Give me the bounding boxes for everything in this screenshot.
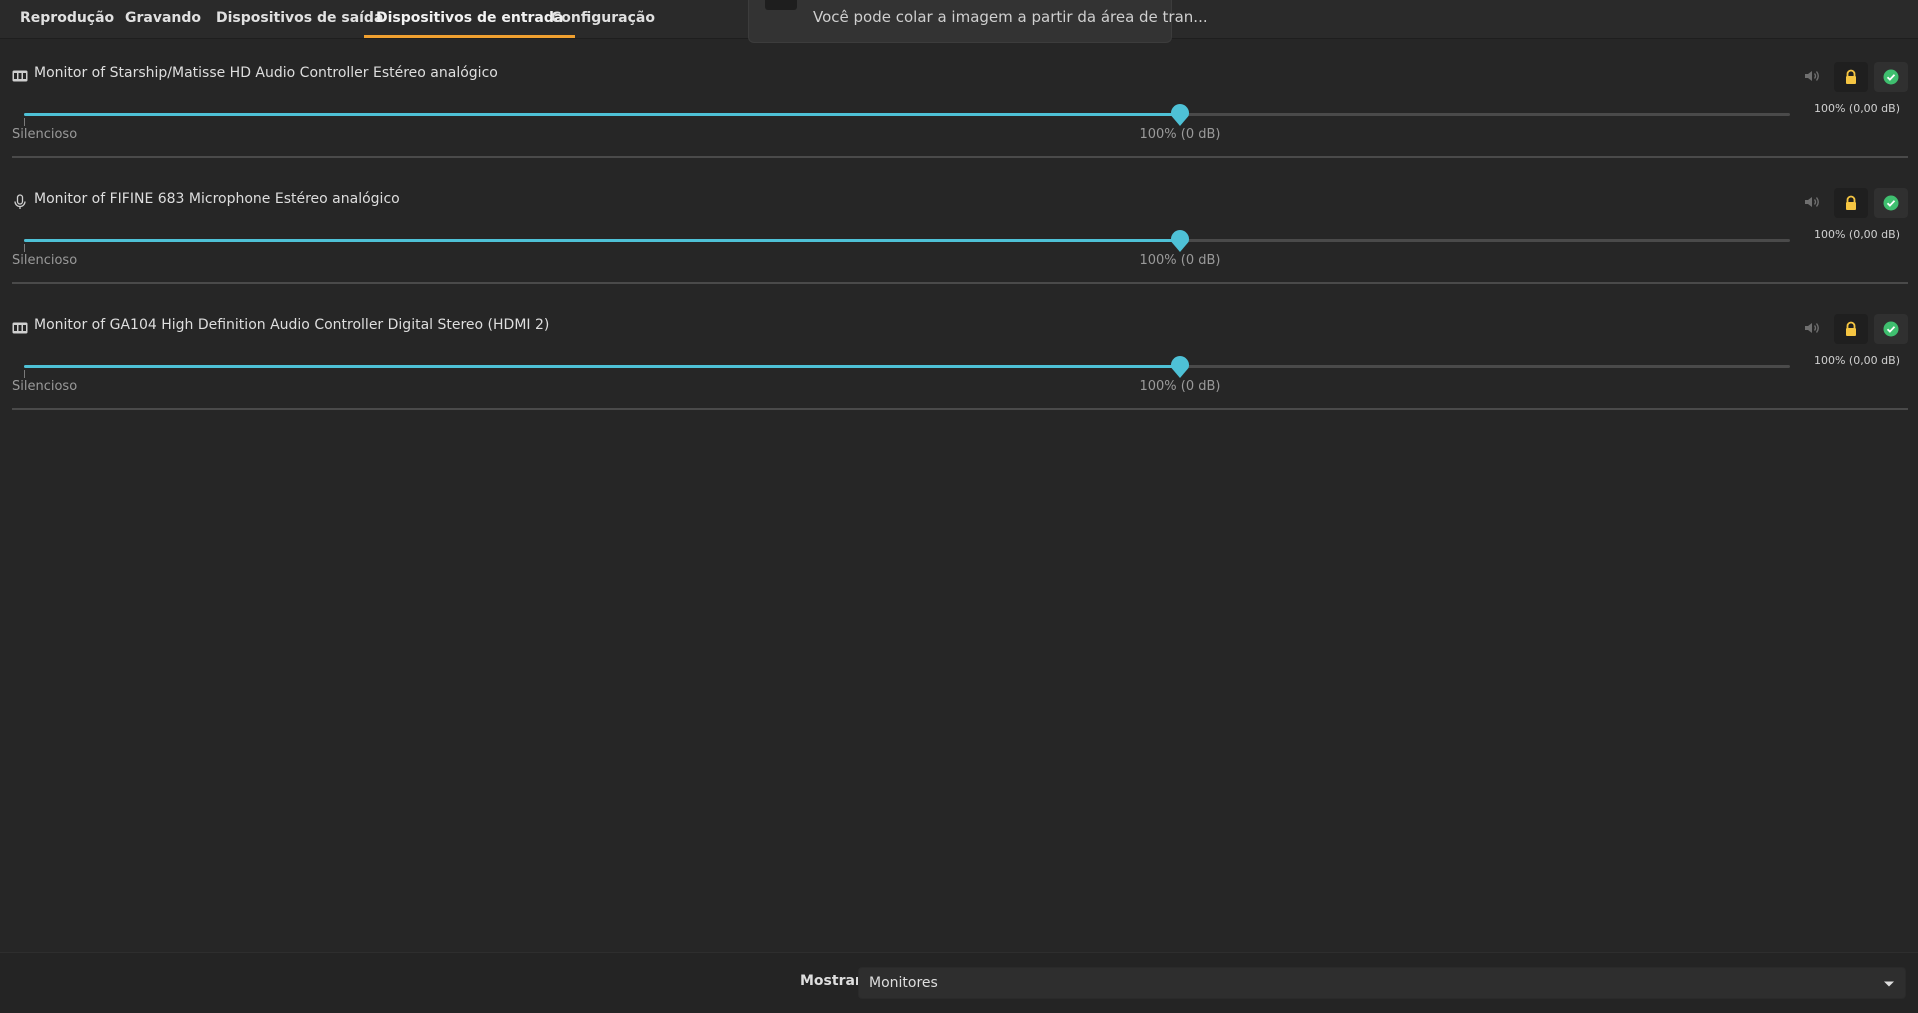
volume-readout: 100% (0,00 dB): [1813, 354, 1900, 367]
set-default-button[interactable]: [1874, 188, 1908, 218]
separator: [12, 282, 1908, 284]
device-name: Monitor of Starship/Matisse HD Audio Con…: [34, 65, 498, 81]
show-filter-value: Monitores: [869, 975, 938, 991]
device-row-fifine: Monitor of FIFINE 683 Microphone Estéreo…: [0, 182, 1918, 308]
volume-slider-fill: [24, 365, 1180, 368]
notification-popup[interactable]: Você pode colar a imagem a partir da áre…: [748, 0, 1208, 43]
tab-configuration[interactable]: Configuração: [539, 0, 667, 38]
lock-icon: [1846, 321, 1856, 336]
mute-speaker-icon[interactable]: [1802, 66, 1822, 86]
silent-label: Silencioso: [12, 379, 78, 394]
lock-channels-button[interactable]: [1834, 314, 1868, 344]
mute-speaker-icon[interactable]: [1802, 318, 1822, 338]
volume-slider[interactable]: [24, 356, 1790, 378]
volume-slider-handle[interactable]: [1169, 355, 1191, 379]
sound-card-icon: [12, 70, 28, 82]
chevron-down-icon: [1884, 981, 1894, 987]
volume-slider-fill: [24, 113, 1180, 116]
footer-bar: Mostrar: Monitores: [0, 952, 1918, 1013]
slider-tick-silent: [24, 118, 25, 126]
sound-card-icon: [12, 322, 28, 334]
set-default-button[interactable]: [1874, 62, 1908, 92]
mark-100-label: 100% (0 dB): [1139, 127, 1221, 142]
check-icon: [1883, 69, 1899, 85]
device-name: Monitor of GA104 High Definition Audio C…: [34, 317, 550, 333]
lock-channels-button[interactable]: [1834, 62, 1868, 92]
volume-readout: 100% (0,00 dB): [1813, 102, 1900, 115]
silent-label: Silencioso: [12, 127, 78, 142]
notification-text: Você pode colar a imagem a partir da áre…: [813, 8, 1208, 26]
volume-slider[interactable]: [24, 104, 1790, 126]
check-icon: [1883, 195, 1899, 211]
device-name: Monitor of FIFINE 683 Microphone Estéreo…: [34, 191, 400, 207]
separator: [12, 156, 1908, 158]
notification-image-icon: [765, 0, 797, 10]
tab-recording[interactable]: Gravando: [113, 0, 213, 38]
slider-tick-silent: [24, 244, 25, 252]
volume-slider-handle[interactable]: [1169, 103, 1191, 127]
volume-slider-handle[interactable]: [1169, 229, 1191, 253]
volume-slider-fill: [24, 239, 1180, 242]
volume-readout: 100% (0,00 dB): [1813, 228, 1900, 241]
lock-icon: [1846, 69, 1856, 84]
microphone-icon: [14, 194, 26, 209]
lock-channels-button[interactable]: [1834, 188, 1868, 218]
mark-100-label: 100% (0 dB): [1139, 379, 1221, 394]
show-filter-select[interactable]: Monitores: [858, 967, 1906, 999]
check-icon: [1883, 321, 1899, 337]
mute-speaker-icon[interactable]: [1802, 192, 1822, 212]
tab-playback[interactable]: Reprodução: [8, 0, 126, 38]
device-row-ga104: Monitor of GA104 High Definition Audio C…: [0, 308, 1918, 434]
separator: [12, 408, 1908, 410]
slider-tick-silent: [24, 370, 25, 378]
volume-slider[interactable]: [24, 230, 1790, 252]
mark-100-label: 100% (0 dB): [1139, 253, 1221, 268]
set-default-button[interactable]: [1874, 314, 1908, 344]
device-row-starship: Monitor of Starship/Matisse HD Audio Con…: [0, 56, 1918, 182]
silent-label: Silencioso: [12, 253, 78, 268]
lock-icon: [1846, 195, 1856, 210]
